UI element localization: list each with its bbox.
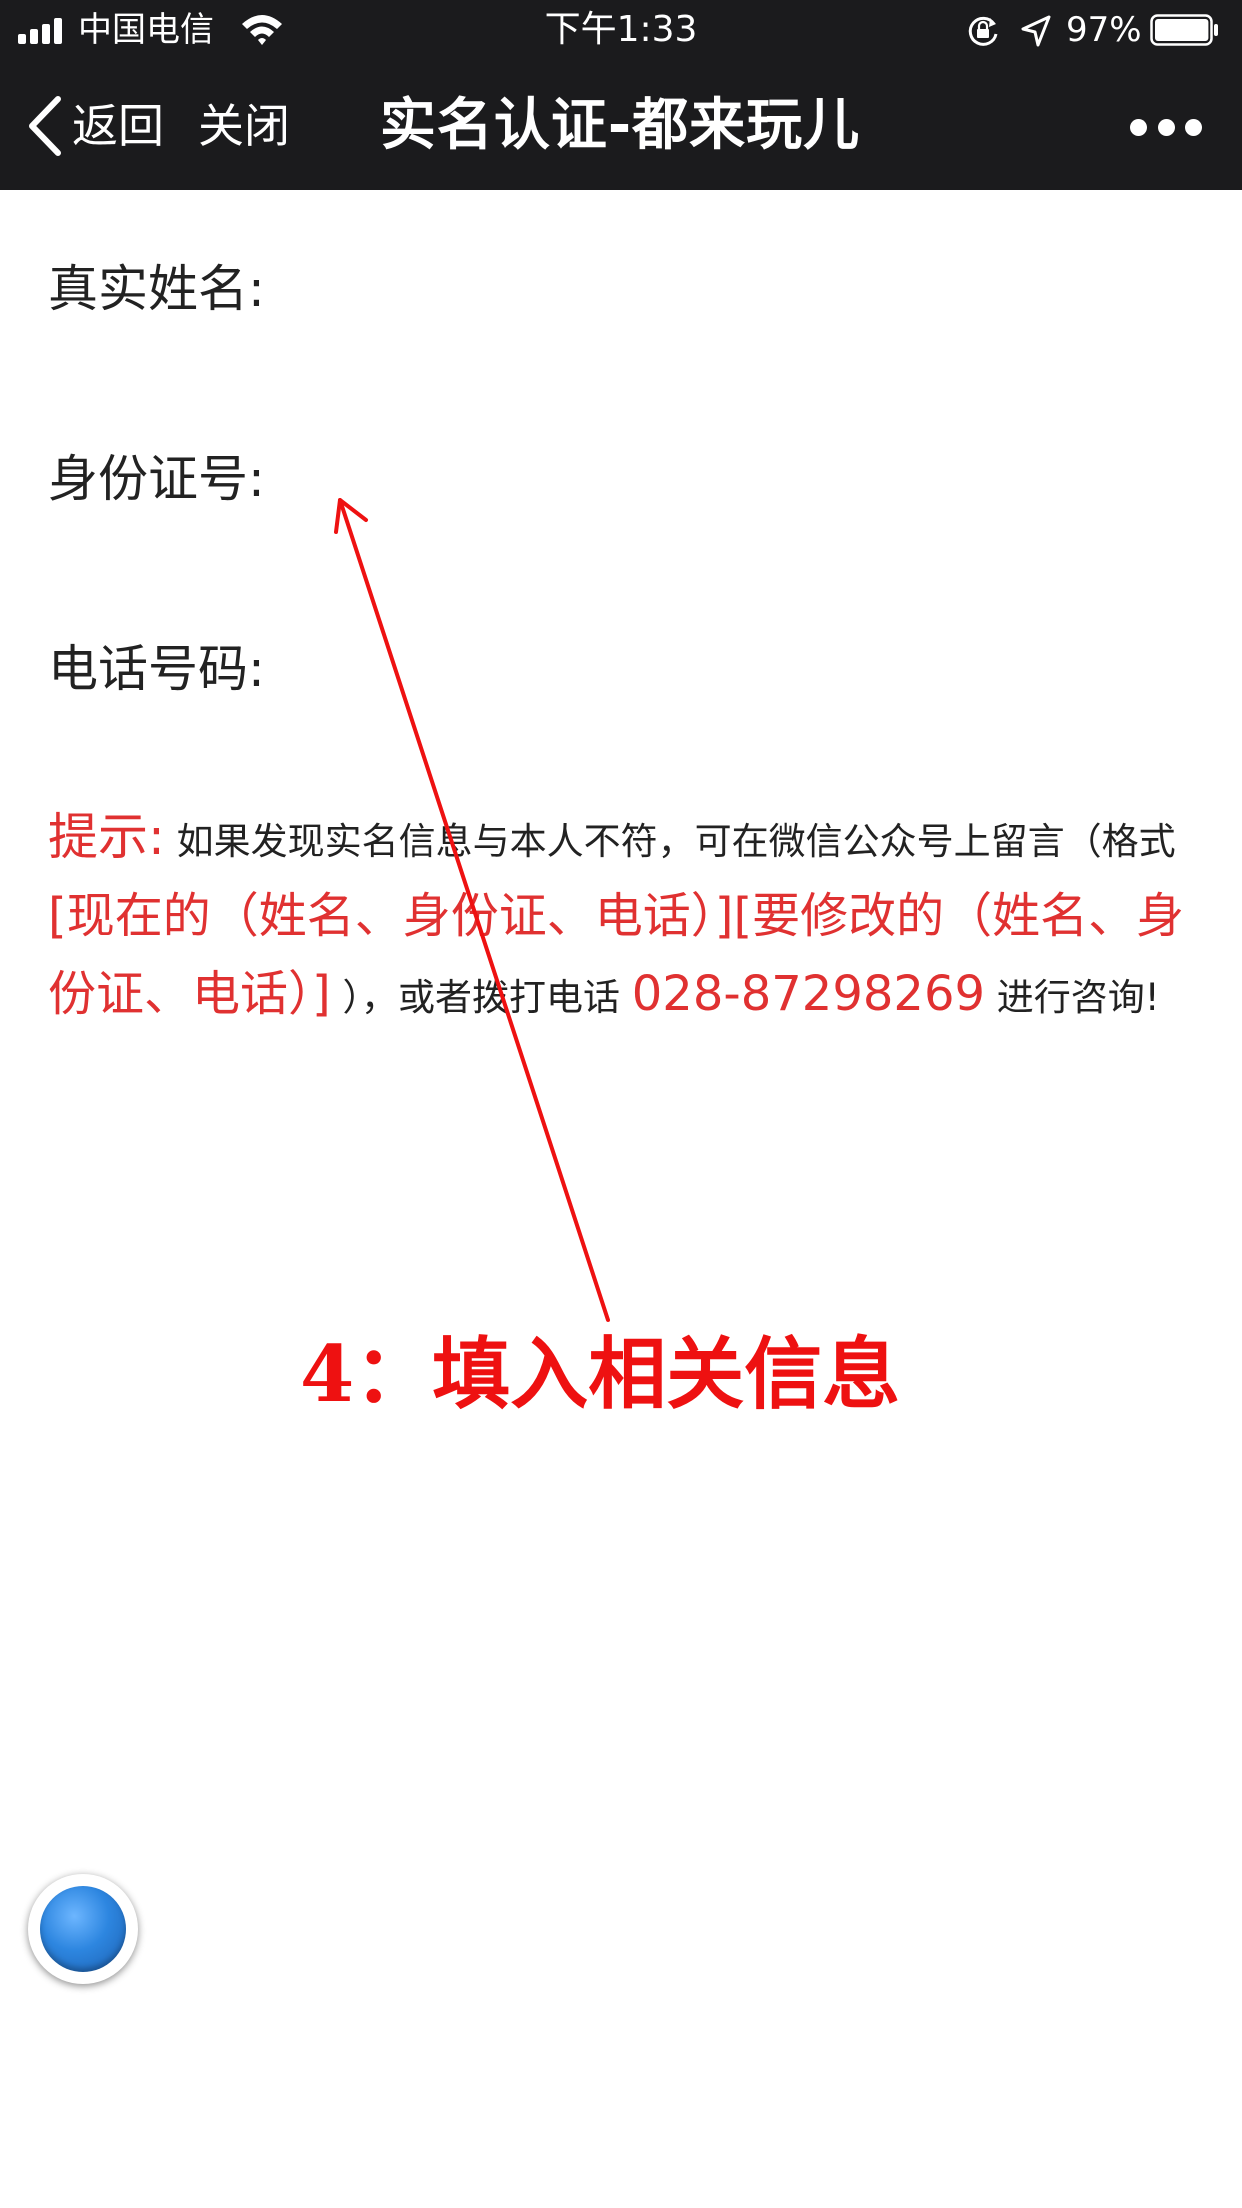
phone-field: 电话号码: — [48, 630, 1198, 700]
status-time: 下午1:33 — [544, 9, 698, 50]
more-dot-icon — [1185, 118, 1202, 136]
rotation-lock-icon — [968, 16, 998, 46]
chevron-left-icon — [29, 96, 61, 156]
page-title: 实名认证-都来玩儿 — [379, 93, 861, 158]
phone-input[interactable] — [270, 634, 1198, 696]
close-button[interactable]: 关闭 — [198, 92, 290, 160]
status-bar: 中国电信 下午1:33 97% — [0, 0, 1242, 62]
back-label: 返回 — [72, 99, 164, 153]
notice-block: 提示: 如果发现实名信息与本人不符，可在微信公众号上留言（格式 [现在的（姓名、… — [48, 800, 1198, 1035]
id-label: 身份证号: — [48, 450, 265, 508]
notice-text: 进行咨询! — [996, 976, 1160, 1019]
more-button[interactable] — [1130, 112, 1202, 142]
name-input[interactable] — [270, 254, 1198, 316]
id-field: 身份证号: — [48, 440, 1198, 510]
notice-text: ），或者拨打电话 — [342, 976, 621, 1019]
back-button[interactable]: 返回 — [26, 92, 164, 160]
annotation-text: 4：填入相关信息 — [300, 1329, 901, 1420]
floating-assist-button[interactable] — [28, 1874, 138, 1984]
nav-bar: 返回 关闭 实名认证-都来玩儿 — [0, 62, 1242, 190]
location-arrow-icon — [1021, 15, 1051, 47]
notice-text: 如果发现实名信息与本人不符，可在微信公众号上留言（格式 — [176, 820, 1176, 863]
name-label: 真实姓名: — [48, 260, 265, 318]
phone-label: 电话号码: — [48, 640, 265, 698]
id-number-input[interactable] — [270, 444, 1198, 506]
more-dot-icon — [1157, 118, 1175, 136]
contact-phone[interactable]: 028-87298269 — [632, 966, 985, 1022]
notice-title: 提示: — [48, 808, 165, 866]
blue-ball-icon — [40, 1886, 126, 1972]
name-field: 真实姓名: — [48, 250, 1198, 320]
top-bar: 中国电信 下午1:33 97% 返回 关闭 实名认证-都来玩儿 — [0, 0, 1242, 190]
annotation-arrow — [334, 498, 610, 1322]
battery-percent: 97% — [1066, 10, 1142, 50]
more-dot-icon — [1130, 118, 1147, 136]
battery-icon — [1150, 14, 1218, 46]
